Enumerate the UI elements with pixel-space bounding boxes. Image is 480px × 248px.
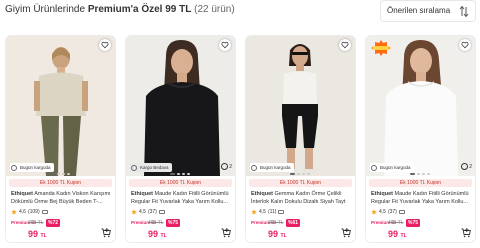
compare-count[interactable]: 2: [461, 163, 472, 170]
old-price: 250 TL: [268, 220, 284, 226]
camera-icon: [398, 209, 405, 214]
discount-badge: %72: [46, 219, 61, 227]
discount-badge: %61: [286, 219, 301, 227]
truck-icon: [11, 164, 17, 171]
review-count: (109): [27, 208, 40, 215]
truck-icon: [251, 164, 257, 171]
product-image[interactable]: [126, 36, 235, 176]
compare-count[interactable]: 2: [221, 163, 232, 170]
flash-sale-badge: [371, 40, 391, 56]
old-price: 200 TL: [28, 220, 44, 226]
result-count: (22 ürün): [194, 4, 235, 15]
camera-icon: [278, 209, 285, 214]
heart-icon: [221, 41, 229, 49]
sort-dropdown[interactable]: Önerilen sıralama: [380, 0, 476, 22]
heart-icon: [461, 41, 469, 49]
page-title: Giyim Ürünlerinde Premium'a Özel 99 TL (…: [5, 4, 235, 15]
product-image[interactable]: [366, 36, 475, 176]
sort-arrows-icon: [459, 5, 469, 18]
heart-icon: [341, 41, 349, 49]
add-to-cart-icon[interactable]: [221, 228, 231, 238]
star-icon: [11, 208, 17, 215]
product-card[interactable]: Bugün kargoda Ek 1000 TL Kupon Ethiquet …: [245, 35, 356, 243]
product-card[interactable]: Bugün kargoda 2 Ek 1000 TL Kupon Ethique…: [365, 35, 476, 243]
current-price: 99 TL: [148, 229, 167, 239]
results-header: Giyim Ürünlerinde Premium'a Özel 99 TL (…: [0, 0, 480, 30]
old-price: 400 TL: [388, 220, 404, 226]
product-name[interactable]: Ethiquet Gemma Kadın Örme Çelikli İnterl…: [251, 190, 351, 208]
image-pagination: [170, 173, 190, 175]
compare-icon: [221, 163, 229, 170]
product-name[interactable]: Ethiquet Maude Kadın Fitilli Görünümlü R…: [371, 190, 471, 208]
add-to-cart-icon[interactable]: [101, 228, 111, 238]
price-area: Premium ile 200 TL %72 99 TL: [11, 219, 111, 241]
discount-badge: %75: [166, 219, 181, 227]
camera-icon: [158, 209, 165, 214]
review-count: (11): [267, 208, 277, 215]
image-pagination: [50, 173, 70, 175]
camera-icon: [41, 209, 48, 214]
old-price: 400 TL: [148, 220, 164, 226]
discount-badge: %75: [406, 219, 421, 227]
review-count: (37): [387, 208, 397, 215]
coupon-banner: Ek 1000 TL Kupon: [129, 179, 232, 187]
title-prefix: Giyim Ürünlerinde: [5, 4, 86, 15]
image-pagination: [290, 173, 310, 175]
shipping-badge: Kargo Bedava: [130, 163, 172, 172]
add-to-cart-icon[interactable]: [341, 228, 351, 238]
favorite-button[interactable]: [459, 39, 471, 51]
product-image[interactable]: [6, 36, 115, 176]
sort-label: Önerilen sıralama: [387, 6, 451, 15]
rating-value: 4,6: [19, 208, 26, 215]
rating-value: 4,5: [259, 208, 266, 215]
current-price: 99 TL: [388, 229, 407, 239]
compare-icon: [461, 163, 469, 170]
shipping-badge: Bugün kargoda: [370, 163, 414, 172]
rating-value: 4,5: [379, 208, 386, 215]
favorite-button[interactable]: [99, 39, 111, 51]
star-icon: [371, 208, 377, 215]
shipping-badge: Bugün kargoda: [10, 163, 54, 172]
product-rating: 4,5 (37): [131, 208, 165, 215]
product-image[interactable]: [246, 36, 355, 176]
price-area: Premium ile 400 TL %75 99 TL: [131, 219, 231, 241]
product-rating: 4,5 (11): [251, 208, 285, 215]
price-area: Premium ile 400 TL %75 99 TL: [371, 219, 471, 241]
coupon-banner: Ek 1000 TL Kupon: [249, 179, 352, 187]
star-icon: [131, 208, 137, 215]
product-name[interactable]: Ethiquet Amanda Kadın Viskon Karışımı Dö…: [11, 190, 111, 208]
product-rating: 4,5 (37): [371, 208, 405, 215]
truck-icon: [131, 164, 137, 171]
shipping-badge: Bugün kargoda: [250, 163, 294, 172]
price-area: Premium ile 250 TL %61 99 TL: [251, 219, 351, 241]
coupon-banner: Ek 1000 TL Kupon: [369, 179, 472, 187]
current-price: 99 TL: [28, 229, 47, 239]
truck-icon: [371, 164, 377, 171]
heart-icon: [101, 41, 109, 49]
star-icon: [251, 208, 257, 215]
review-count: (37): [147, 208, 157, 215]
product-card[interactable]: Kargo Bedava 2 Ek 1000 TL Kupon Ethiquet…: [125, 35, 236, 243]
product-rating: 4,6 (109): [11, 208, 48, 215]
current-price: 99 TL: [268, 229, 287, 239]
title-highlight: Premium'a Özel 99 TL: [87, 4, 192, 15]
rating-value: 4,5: [139, 208, 146, 215]
product-card[interactable]: Bugün kargoda Ek 1000 TL Kupon Ethiquet …: [5, 35, 116, 243]
image-pagination: [410, 173, 430, 175]
favorite-button[interactable]: [339, 39, 351, 51]
product-name[interactable]: Ethiquet Maude Kadın Fitilli Görünümlü R…: [131, 190, 231, 208]
coupon-banner: Ek 1000 TL Kupon: [9, 179, 112, 187]
add-to-cart-icon[interactable]: [461, 228, 471, 238]
favorite-button[interactable]: [219, 39, 231, 51]
